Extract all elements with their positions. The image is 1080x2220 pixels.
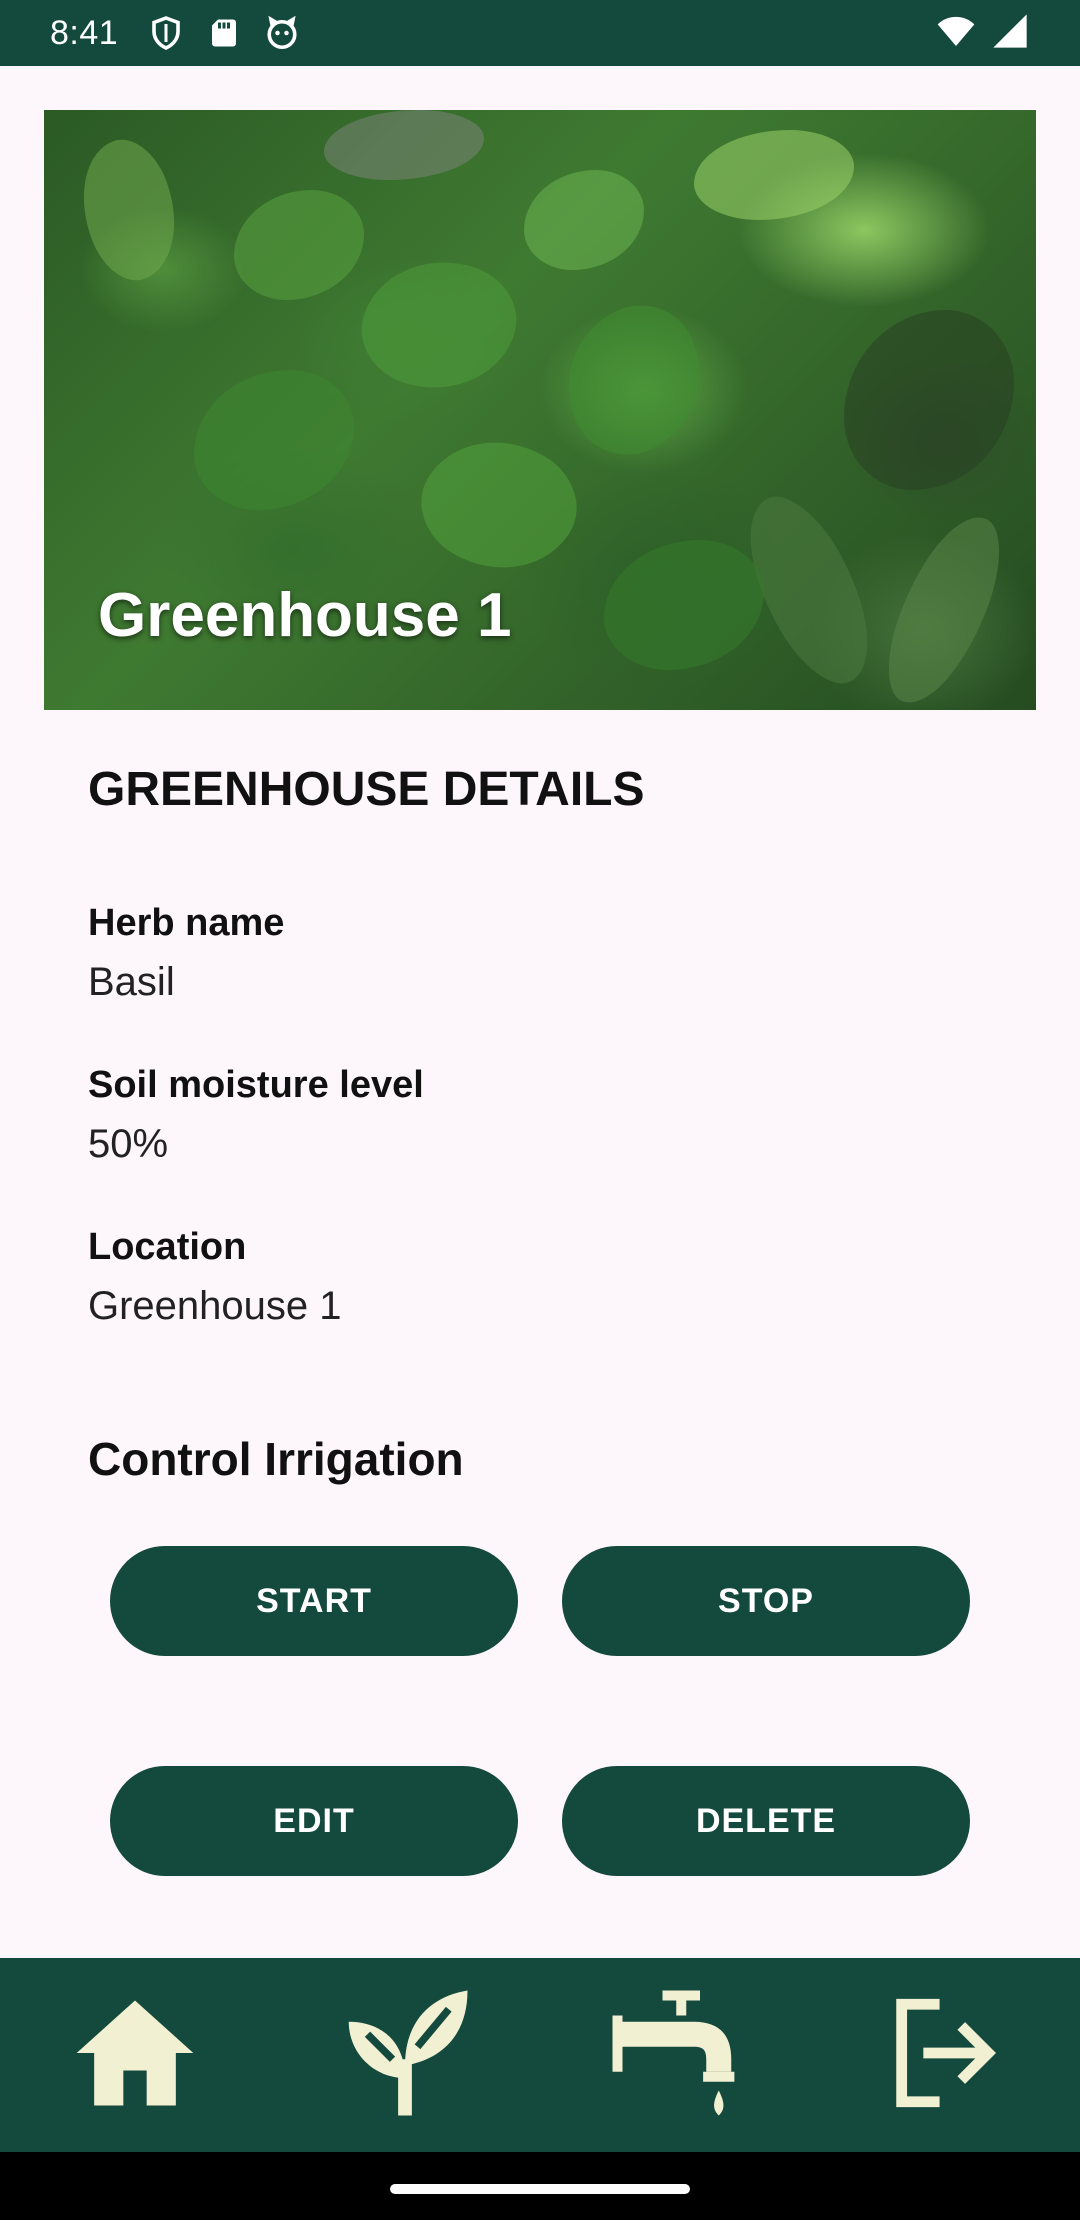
signal-icon — [990, 11, 1030, 56]
soil-moisture-label: Soil moisture level — [88, 1064, 424, 1106]
start-button[interactable]: START — [110, 1546, 518, 1656]
bottom-navigation — [0, 1958, 1080, 2152]
status-time: 8:41 — [50, 13, 119, 52]
system-gesture-bar — [0, 2152, 1080, 2220]
home-gesture-handle[interactable] — [390, 2184, 690, 2194]
wifi-icon — [936, 11, 976, 56]
greenhouse-image-title: Greenhouse 1 — [98, 581, 512, 650]
cat-icon — [264, 15, 300, 51]
location-label: Location — [88, 1226, 247, 1268]
nav-home[interactable] — [55, 1975, 215, 2135]
stop-button[interactable]: STOP — [562, 1546, 970, 1656]
plant-icon — [330, 1978, 480, 2133]
edit-button[interactable]: EDIT — [110, 1766, 518, 1876]
section-title: GREENHOUSE DETAILS — [88, 763, 645, 816]
greenhouse-image: Greenhouse 1 — [44, 110, 1036, 710]
faucet-icon — [600, 1978, 750, 2133]
herb-name-label: Herb name — [88, 902, 285, 944]
delete-button[interactable]: DELETE — [562, 1766, 970, 1876]
shield-icon — [148, 15, 184, 51]
status-bar: 8:41 — [0, 0, 1080, 66]
logout-icon — [880, 1988, 1010, 2123]
control-irrigation-title: Control Irrigation — [88, 1433, 464, 1485]
nav-logout[interactable] — [865, 1975, 1025, 2135]
status-right-icons — [936, 11, 1030, 56]
sd-card-icon — [206, 15, 242, 51]
nav-irrigation[interactable] — [595, 1975, 755, 2135]
location-value: Greenhouse 1 — [88, 1284, 342, 1328]
nav-plants[interactable] — [325, 1975, 485, 2135]
home-icon — [65, 1983, 205, 2128]
soil-moisture-value: 50% — [88, 1122, 169, 1166]
herb-name-value: Basil — [88, 960, 175, 1004]
